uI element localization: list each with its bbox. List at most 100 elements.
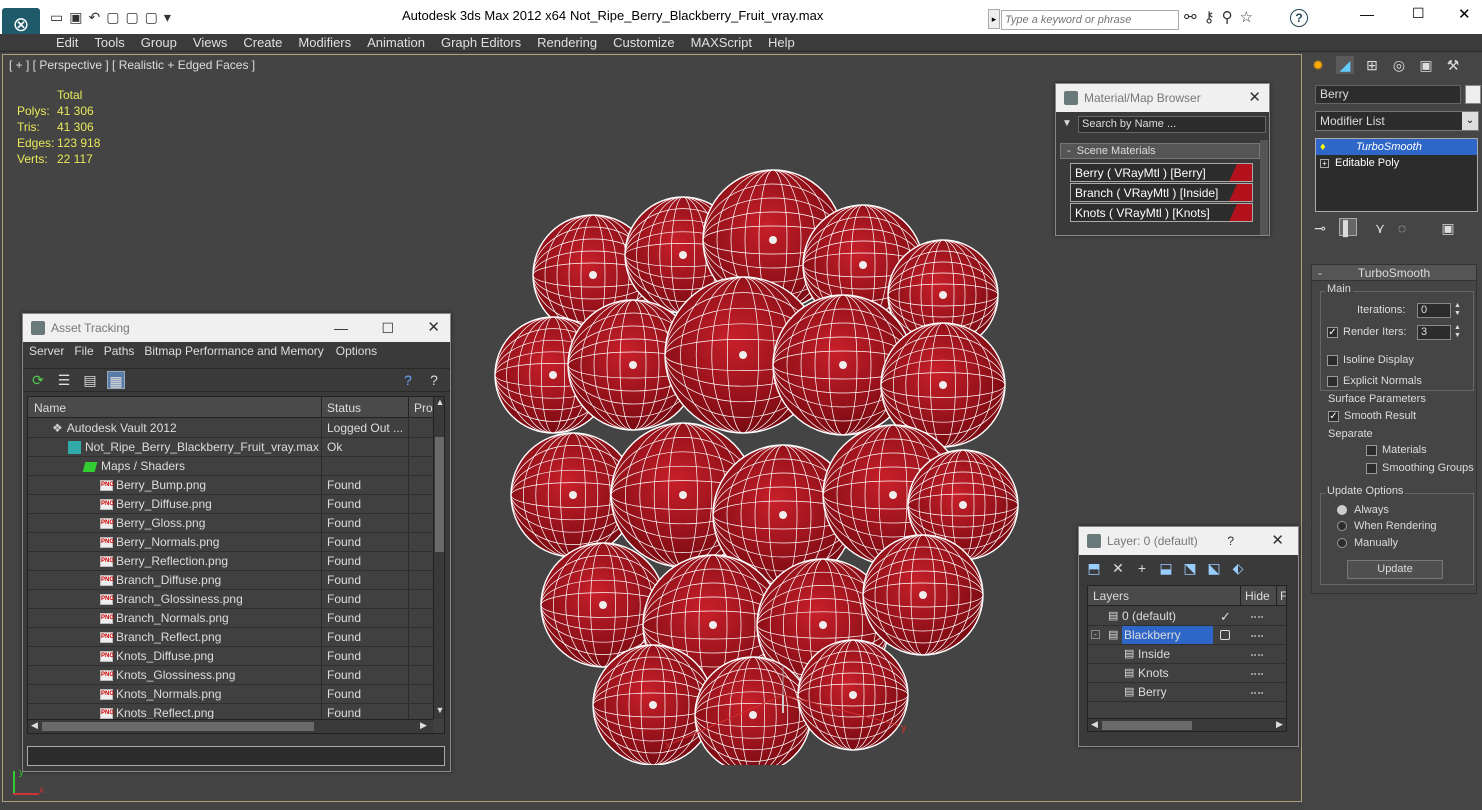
hide-toggle[interactable]: [1251, 654, 1263, 656]
material-item[interactable]: Knots ( VRayMtl ) [Knots]: [1070, 203, 1253, 222]
scroll-thumb[interactable]: [435, 437, 444, 552]
table-row[interactable]: PNG Branch_Normals.png Found: [28, 609, 433, 628]
minimize-button[interactable]: —: [1360, 6, 1374, 22]
help-search-input[interactable]: [1001, 10, 1179, 30]
menu-views[interactable]: Views: [185, 34, 235, 52]
close-icon[interactable]: ✕: [1248, 84, 1261, 112]
hold-icon[interactable]: ▢: [125, 9, 144, 25]
layer-row[interactable]: ▤ Inside: [1088, 645, 1286, 664]
asset-path-field[interactable]: [27, 746, 445, 766]
select-objects-icon[interactable]: ⬓: [1157, 559, 1175, 577]
table-row[interactable]: PNG Knots_Diffuse.png Found: [28, 647, 433, 666]
manually-radio[interactable]: Manually: [1337, 537, 1398, 549]
menu-customize[interactable]: Customize: [605, 34, 682, 52]
thumbnail-view-icon[interactable]: ▤: [81, 371, 99, 389]
add-to-layer-icon[interactable]: +: [1133, 559, 1151, 577]
spinner-arrows-icon[interactable]: ▲ ▼: [1454, 302, 1461, 318]
viewport-label[interactable]: [ + ] [ Perspective ] [ Realistic + Edge…: [9, 58, 255, 72]
table-row[interactable]: PNG Berry_Diffuse.png Found: [28, 495, 433, 514]
subscription-icon[interactable]: ⚲: [1222, 9, 1240, 26]
save-icon[interactable]: ▣: [69, 9, 88, 25]
menu-group[interactable]: Group: [133, 34, 185, 52]
table-row[interactable]: PNG Branch_Reflect.png Found: [28, 628, 433, 647]
modifier-list-dropdown[interactable]: Modifier List ⌄: [1315, 111, 1479, 131]
maximize-button[interactable]: ☐: [1412, 5, 1425, 22]
table-row[interactable]: PNG Berry_Gloss.png Found: [28, 514, 433, 533]
table-row[interactable]: PNG Berry_Reflection.png Found: [28, 552, 433, 571]
freeze-all-icon[interactable]: ⬖: [1229, 559, 1247, 577]
material-scrollbar[interactable]: [1260, 140, 1268, 235]
menu-tools[interactable]: Tools: [86, 34, 132, 52]
isoline-checkbox[interactable]: Isoline Display: [1327, 354, 1414, 366]
when-rendering-radio[interactable]: When Rendering: [1337, 520, 1437, 532]
smooth-result-checkbox[interactable]: ✓ Smooth Result: [1328, 410, 1416, 422]
menu-animation[interactable]: Animation: [359, 34, 433, 52]
hide-toggle[interactable]: [1251, 635, 1263, 637]
expand-icon[interactable]: +: [1320, 159, 1329, 168]
hide-toggle[interactable]: [1251, 616, 1263, 618]
explicit-normals-checkbox[interactable]: Explicit Normals: [1327, 375, 1422, 387]
object-name-field[interactable]: Berry: [1315, 85, 1461, 104]
rollout-header[interactable]: - TurboSmooth: [1312, 265, 1476, 281]
open-icon[interactable]: ▭: [50, 9, 69, 25]
create-layer-icon[interactable]: ⬒: [1085, 559, 1103, 577]
menu-file[interactable]: File: [74, 344, 93, 358]
material-item[interactable]: Berry ( VRayMtl ) [Berry]: [1070, 163, 1253, 182]
list-view-icon[interactable]: ☰: [55, 371, 73, 389]
context-help-icon[interactable]: ?: [425, 371, 443, 389]
stack-item-turbosmooth[interactable]: ♦ TurboSmooth: [1316, 139, 1477, 155]
close-button[interactable]: ✕: [1271, 527, 1284, 555]
highlight-layer-icon[interactable]: ⬔: [1181, 559, 1199, 577]
search-expand-icon[interactable]: ▸: [988, 9, 1000, 29]
col-hide[interactable]: Hide: [1245, 589, 1270, 603]
menu-edit[interactable]: Edit: [48, 34, 86, 52]
scene-materials-header[interactable]: - Scene Materials: [1060, 143, 1260, 159]
redo-icon[interactable]: ▢: [106, 9, 125, 25]
asset-tracking-titlebar[interactable]: Asset Tracking — ☐ ✕: [23, 314, 450, 342]
table-row[interactable]: Not_Ripe_Berry_Blackberry_Fruit_vray.max…: [28, 438, 433, 457]
browser-options-icon[interactable]: ▼: [1062, 118, 1072, 129]
table-row[interactable]: PNG Knots_Glossiness.png Found: [28, 666, 433, 685]
show-end-result-icon[interactable]: ▌: [1339, 218, 1357, 236]
table-row[interactable]: Maps / Shaders: [28, 457, 433, 476]
menu-modifiers[interactable]: Modifiers: [290, 34, 359, 52]
help-icon[interactable]: ?: [399, 371, 417, 389]
table-row[interactable]: PNG Branch_Glossiness.png Found: [28, 590, 433, 609]
fetch-icon[interactable]: ▢: [145, 9, 164, 25]
spinner-arrows-icon[interactable]: ▲ ▼: [1454, 324, 1461, 340]
menu-server[interactable]: Server: [29, 344, 64, 358]
display-tab-icon[interactable]: ▣: [1417, 56, 1435, 74]
horizontal-scrollbar[interactable]: ◀ ▶: [28, 719, 433, 733]
table-view-icon[interactable]: ▦: [107, 371, 125, 389]
dropdown-icon[interactable]: ▾: [164, 9, 177, 25]
hscroll-thumb[interactable]: [42, 722, 314, 731]
menu-create[interactable]: Create: [235, 34, 290, 52]
layer-row[interactable]: ▤ Knots: [1088, 664, 1286, 683]
key-icon[interactable]: ⚷: [1204, 9, 1222, 26]
table-row[interactable]: PNG Branch_Diffuse.png Found: [28, 571, 433, 590]
hide-all-icon[interactable]: ⬕: [1205, 559, 1223, 577]
col-pro[interactable]: Pro: [414, 401, 433, 415]
menu-paths[interactable]: Paths: [104, 344, 135, 358]
material-browser-titlebar[interactable]: Material/Map Browser ✕: [1056, 84, 1269, 112]
layer-row[interactable]: ▤ 0 (default) ✓: [1088, 607, 1286, 626]
col-name[interactable]: Name: [34, 401, 66, 415]
layer-hscrollbar[interactable]: ◀ ▶: [1088, 718, 1286, 731]
hide-toggle[interactable]: [1251, 673, 1263, 675]
col-status[interactable]: Status: [327, 401, 361, 415]
always-radio[interactable]: Always: [1337, 504, 1389, 516]
pin-stack-icon[interactable]: ⊸: [1311, 219, 1329, 237]
star-icon[interactable]: ☆: [1240, 9, 1260, 26]
material-search-input[interactable]: Search by Name ...: [1078, 116, 1266, 133]
table-row[interactable]: PNG Berry_Bump.png Found: [28, 476, 433, 495]
object-color-swatch[interactable]: [1465, 85, 1481, 104]
menu-bitmap-performance[interactable]: Bitmap Performance and Memory: [144, 344, 323, 358]
help-icon[interactable]: ?: [1290, 9, 1308, 27]
menu-options[interactable]: Options: [336, 344, 377, 358]
remove-modifier-icon[interactable]: ◌: [1393, 219, 1411, 237]
update-button[interactable]: Update: [1347, 560, 1443, 579]
modify-tab-icon[interactable]: ◢: [1336, 56, 1354, 74]
hscroll-thumb[interactable]: [1102, 721, 1192, 730]
layer-manager-titlebar[interactable]: Layer: 0 (default) ? ✕: [1079, 527, 1298, 555]
menu-help[interactable]: Help: [760, 34, 803, 52]
